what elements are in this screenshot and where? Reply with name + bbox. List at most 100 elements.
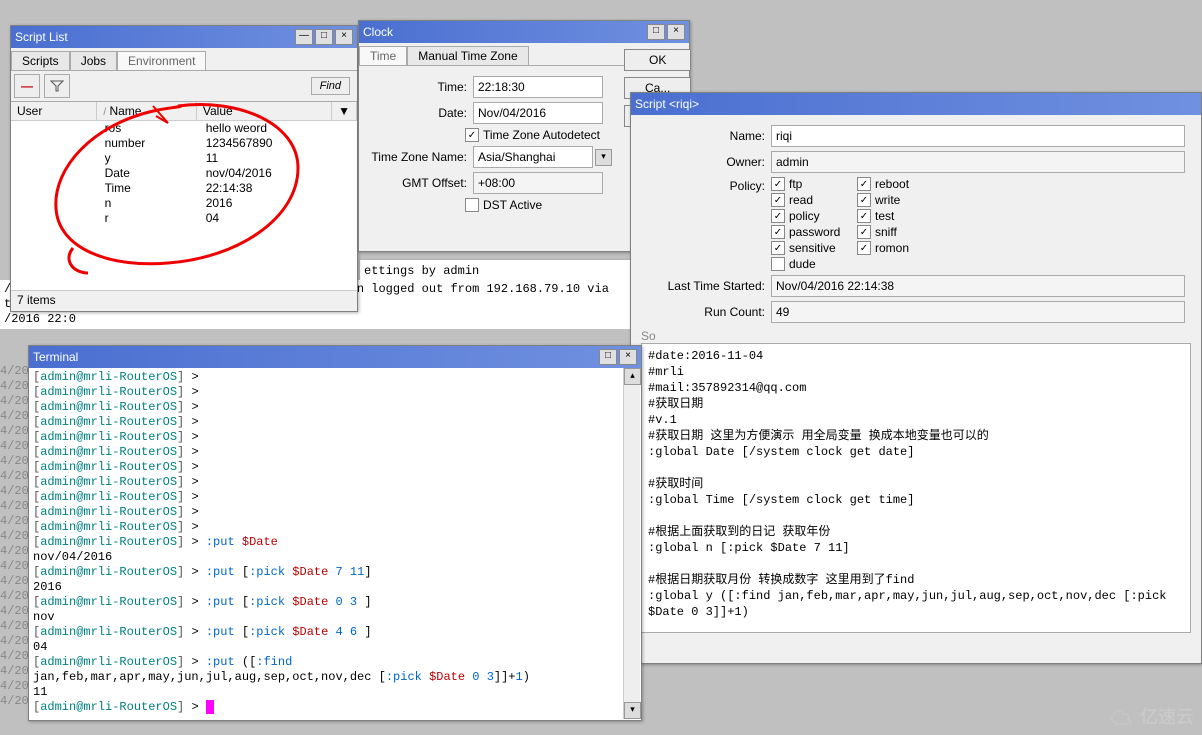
tab-time[interactable]: Time [359, 46, 407, 65]
table-row[interactable]: Time22:14:38 [11, 181, 357, 196]
script-name-input[interactable] [771, 125, 1185, 147]
rc-label: Run Count: [647, 305, 771, 319]
terminal-body[interactable]: [admin@mrli-RouterOS] >[admin@mrli-Route… [29, 368, 641, 720]
terminal-line: nov/04/2016 [33, 550, 637, 565]
terminal-line: 11 [33, 685, 637, 700]
close-button[interactable]: × [335, 29, 353, 45]
policy-sniff[interactable]: ✓sniff [857, 225, 939, 239]
cell-value: nov/04/2016 [200, 166, 357, 181]
filter-button[interactable] [44, 74, 70, 98]
cell-user [11, 151, 99, 166]
terminal-line: [admin@mrli-RouterOS] > [33, 415, 637, 430]
table-row[interactable]: y11 [11, 151, 357, 166]
policy-password[interactable]: ✓password [771, 225, 853, 239]
name-label: Name: [647, 129, 771, 143]
checkbox-icon: ✓ [857, 177, 871, 191]
owner-input [771, 151, 1185, 173]
tab-environment[interactable]: Environment [117, 51, 206, 70]
close-button[interactable]: × [667, 24, 685, 40]
cell-user [11, 136, 99, 151]
policy-label: Policy: [647, 177, 771, 193]
col-end: ▼ [332, 102, 357, 120]
table-row[interactable]: Datenov/04/2016 [11, 166, 357, 181]
watermark-dot: . [540, 658, 546, 681]
tz-autodetect-checkbox[interactable]: ✓Time Zone Autodetect [465, 128, 600, 142]
clock-tabs: Time Manual Time Zone [359, 43, 624, 66]
policy-dude[interactable]: dude [771, 257, 853, 271]
terminal-line: 2016 [33, 580, 637, 595]
checkbox-icon: ✓ [857, 225, 871, 239]
policy-sensitive[interactable]: ✓sensitive [771, 241, 853, 255]
tab-jobs[interactable]: Jobs [70, 51, 117, 70]
cell-name: number [99, 136, 200, 151]
terminal-line: [admin@mrli-RouterOS] > [33, 400, 637, 415]
col-value[interactable]: Value [197, 102, 332, 120]
scroll-down-icon[interactable]: ▾ [624, 702, 641, 719]
maximize-button[interactable]: □ [647, 24, 665, 40]
cell-value: 04 [200, 211, 357, 226]
policy-test[interactable]: ✓test [857, 209, 939, 223]
time-input[interactable] [473, 76, 603, 98]
remove-button[interactable]: — [14, 74, 40, 98]
col-user[interactable]: User [11, 102, 97, 120]
script-list-tabs: Scripts Jobs Environment [11, 48, 357, 71]
funnel-icon [50, 79, 64, 93]
terminal-line: [admin@mrli-RouterOS] > [33, 430, 637, 445]
maximize-button[interactable]: □ [599, 349, 617, 365]
policy-romon[interactable]: ✓romon [857, 241, 939, 255]
terminal-line: [admin@mrli-RouterOS] > [33, 505, 637, 520]
table-row[interactable]: number1234567890 [11, 136, 357, 151]
terminal-line: [admin@mrli-RouterOS] > :put [:pick $Dat… [33, 625, 637, 640]
script-source[interactable]: #date:2016-11-04#mrli#mail:357892314@qq.… [641, 343, 1191, 633]
owner-label: Owner: [647, 155, 771, 169]
script-titlebar[interactable]: Script <riqi> [631, 93, 1201, 115]
policy-reboot[interactable]: ✓reboot [857, 177, 939, 191]
terminal-titlebar[interactable]: Terminal □ × [29, 346, 641, 368]
tz-name-input[interactable] [473, 146, 593, 168]
gmt-input [473, 172, 603, 194]
checkbox-icon: ✓ [771, 193, 785, 207]
col-name[interactable]: / Name [97, 102, 197, 120]
terminal-line: [admin@mrli-RouterOS] > [33, 385, 637, 400]
checkbox-icon [771, 257, 785, 271]
script-list-titlebar[interactable]: Script List — □ × [11, 26, 357, 48]
cloud-icon [1108, 706, 1136, 726]
tab-scripts[interactable]: Scripts [11, 51, 70, 70]
minimize-button[interactable]: — [295, 29, 313, 45]
find-button[interactable]: Find [311, 77, 350, 95]
terminal-line: [admin@mrli-RouterOS] > [33, 475, 637, 490]
table-row[interactable]: r04 [11, 211, 357, 226]
tab-manual-tz[interactable]: Manual Time Zone [407, 46, 528, 65]
checkbox-icon: ✓ [857, 209, 871, 223]
clock-titlebar[interactable]: Clock □ × [359, 21, 689, 43]
gmt-label: GMT Offset: [371, 176, 473, 190]
date-gutter: 4/2014/2014/2014/2014/201 4/2014/2014/20… [0, 364, 30, 709]
maximize-button[interactable]: □ [315, 29, 333, 45]
table-row[interactable]: n2016 [11, 196, 357, 211]
checkbox-icon: ✓ [771, 177, 785, 191]
terminal-line: [admin@mrli-RouterOS] > [33, 700, 637, 715]
ok-button[interactable]: OK [624, 49, 691, 71]
terminal-line: [admin@mrli-RouterOS] > [33, 460, 637, 475]
cell-value: 22:14:38 [200, 181, 357, 196]
policy-policy[interactable]: ✓policy [771, 209, 853, 223]
policy-ftp[interactable]: ✓ftp [771, 177, 853, 191]
script-list-window: Script List — □ × Scripts Jobs Environme… [10, 25, 358, 312]
status-bar: 7 items [11, 290, 357, 309]
dropdown-arrow[interactable]: ▾ [595, 149, 612, 166]
watermark-logo: 亿速云 [1108, 703, 1194, 729]
cell-user [11, 166, 99, 181]
tz-name-label: Time Zone Name: [371, 150, 473, 164]
scrollbar[interactable]: ▴ ▾ [623, 368, 640, 719]
cell-user [11, 181, 99, 196]
terminal-line: [admin@mrli-RouterOS] > :put $Date [33, 535, 637, 550]
policy-read[interactable]: ✓read [771, 193, 853, 207]
cell-name: n [99, 196, 200, 211]
cell-name: ros [99, 121, 200, 136]
scroll-up-icon[interactable]: ▴ [624, 368, 641, 385]
policy-write[interactable]: ✓write [857, 193, 939, 207]
table-row[interactable]: roshello weord [11, 121, 357, 136]
checkbox-icon: ✓ [771, 209, 785, 223]
date-input[interactable] [473, 102, 603, 124]
close-button[interactable]: × [619, 349, 637, 365]
